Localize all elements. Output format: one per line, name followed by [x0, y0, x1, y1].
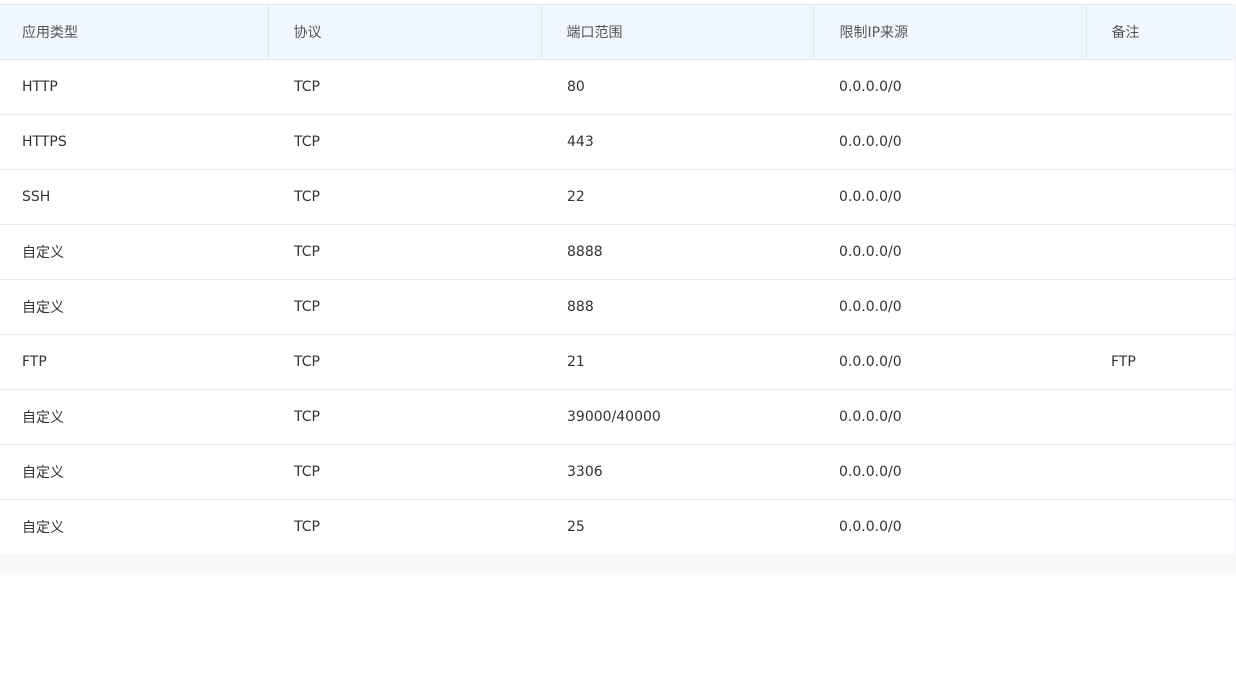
cell-remark — [1086, 279, 1236, 335]
cell-port-range: 39000/40000 — [541, 389, 813, 445]
cell-port-range: 25 — [541, 499, 813, 555]
cell-app-type: SSH — [0, 169, 268, 225]
cell-app-type: HTTPS — [0, 114, 268, 170]
cell-ip-source: 0.0.0.0/0 — [813, 389, 1086, 445]
cell-protocol: TCP — [268, 169, 541, 225]
table-row: 自定义 TCP 888 0.0.0.0/0 — [0, 279, 1236, 335]
cell-app-type: 自定义 — [0, 279, 268, 335]
cell-remark — [1086, 114, 1236, 170]
cell-app-type: 自定义 — [0, 224, 268, 280]
cell-port-range: 888 — [541, 279, 813, 335]
security-rules-table-container: 应用类型 协议 端口范围 限制IP来源 备注 HTTP TCP 80 0.0.0… — [0, 4, 1236, 555]
cell-app-type: 自定义 — [0, 389, 268, 445]
cell-protocol: TCP — [268, 334, 541, 390]
cell-port-range: 8888 — [541, 224, 813, 280]
cell-app-type: 自定义 — [0, 444, 268, 500]
table-row: HTTP TCP 80 0.0.0.0/0 — [0, 59, 1236, 115]
cell-ip-source: 0.0.0.0/0 — [813, 499, 1086, 555]
cell-protocol: TCP — [268, 224, 541, 280]
table-row: HTTPS TCP 443 0.0.0.0/0 — [0, 114, 1236, 170]
header-app-type: 应用类型 — [0, 4, 269, 60]
cell-app-type: 自定义 — [0, 499, 268, 555]
cell-ip-source: 0.0.0.0/0 — [813, 334, 1086, 390]
cell-ip-source: 0.0.0.0/0 — [813, 114, 1086, 170]
header-remark: 备注 — [1086, 4, 1236, 60]
header-port-range: 端口范围 — [541, 4, 814, 60]
cell-port-range: 3306 — [541, 444, 813, 500]
cell-port-range: 443 — [541, 114, 813, 170]
table-header: 应用类型 协议 端口范围 限制IP来源 备注 — [0, 4, 1236, 60]
cell-remark — [1086, 224, 1236, 280]
cell-ip-source: 0.0.0.0/0 — [813, 224, 1086, 280]
header-protocol: 协议 — [268, 4, 542, 60]
table-row: SSH TCP 22 0.0.0.0/0 — [0, 169, 1236, 225]
cell-remark: FTP — [1086, 334, 1236, 390]
cell-remark — [1086, 169, 1236, 225]
header-row: 应用类型 协议 端口范围 限制IP来源 备注 — [0, 4, 1236, 60]
cell-protocol: TCP — [268, 59, 541, 115]
cell-remark — [1086, 389, 1236, 445]
cell-remark — [1086, 444, 1236, 500]
cell-port-range: 22 — [541, 169, 813, 225]
header-ip-source: 限制IP来源 — [813, 4, 1087, 60]
cell-ip-source: 0.0.0.0/0 — [813, 169, 1086, 225]
table-row: 自定义 TCP 39000/40000 0.0.0.0/0 — [0, 389, 1236, 445]
security-rules-table: 应用类型 协议 端口范围 限制IP来源 备注 HTTP TCP 80 0.0.0… — [0, 4, 1236, 555]
table-footer-strip — [0, 554, 1236, 573]
cell-protocol: TCP — [268, 389, 541, 445]
cell-ip-source: 0.0.0.0/0 — [813, 444, 1086, 500]
table-row: 自定义 TCP 25 0.0.0.0/0 — [0, 499, 1236, 555]
cell-remark — [1086, 59, 1236, 115]
cell-ip-source: 0.0.0.0/0 — [813, 279, 1086, 335]
cell-app-type: FTP — [0, 334, 268, 390]
cell-protocol: TCP — [268, 114, 541, 170]
cell-app-type: HTTP — [0, 59, 268, 115]
table-row: 自定义 TCP 3306 0.0.0.0/0 — [0, 444, 1236, 500]
cell-protocol: TCP — [268, 499, 541, 555]
cell-remark — [1086, 499, 1236, 555]
table-row: FTP TCP 21 0.0.0.0/0 FTP — [0, 334, 1236, 390]
cell-port-range: 21 — [541, 334, 813, 390]
table-row: 自定义 TCP 8888 0.0.0.0/0 — [0, 224, 1236, 280]
cell-ip-source: 0.0.0.0/0 — [813, 59, 1086, 115]
cell-protocol: TCP — [268, 444, 541, 500]
cell-protocol: TCP — [268, 279, 541, 335]
table-body: HTTP TCP 80 0.0.0.0/0 HTTPS TCP 443 0.0.… — [0, 59, 1236, 555]
cell-port-range: 80 — [541, 59, 813, 115]
